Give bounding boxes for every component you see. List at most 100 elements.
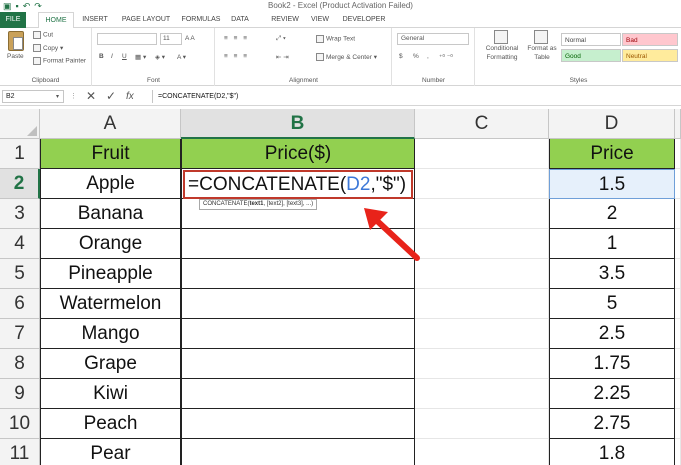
cell-c10[interactable] xyxy=(415,409,549,439)
cell-b8[interactable] xyxy=(181,349,415,379)
row-header-2[interactable]: 2 xyxy=(0,169,40,199)
enter-icon[interactable]: ✓ xyxy=(106,90,116,103)
borders-button[interactable]: ▦ ▾ xyxy=(135,53,146,61)
style-bad[interactable]: Bad xyxy=(622,33,678,46)
font-name-select[interactable] xyxy=(97,33,157,45)
cell-d5[interactable]: 3.5 xyxy=(549,259,675,289)
tab-page-layout[interactable]: PAGE LAYOUT xyxy=(118,12,174,28)
row-header-11[interactable]: 11 xyxy=(0,439,40,465)
cell-b1[interactable]: Price($) xyxy=(181,139,415,169)
orientation-button[interactable]: ⤢ ▾ xyxy=(276,35,286,43)
paste-button[interactable]: Paste xyxy=(7,53,24,60)
row-header-4[interactable]: 4 xyxy=(0,229,40,259)
tab-formulas[interactable]: FORMULAS xyxy=(180,12,222,28)
cell-d4[interactable]: 1 xyxy=(549,229,675,259)
cell-e7[interactable] xyxy=(675,319,681,349)
cell-d7[interactable]: 2.5 xyxy=(549,319,675,349)
horizontal-align-buttons[interactable]: ≡ ≡ ≡ xyxy=(224,53,249,60)
tab-file[interactable]: FILE xyxy=(0,12,26,28)
cell-e5[interactable] xyxy=(675,259,681,289)
cell-c1[interactable] xyxy=(415,139,549,169)
row-header-5[interactable]: 5 xyxy=(0,259,40,289)
cell-e9[interactable] xyxy=(675,379,681,409)
cell-a3[interactable]: Banana xyxy=(40,199,181,229)
insert-function-icon[interactable]: fx xyxy=(126,90,134,103)
row-header-8[interactable]: 8 xyxy=(0,349,40,379)
cell-d11[interactable]: 1.8 xyxy=(549,439,675,465)
number-format-select[interactable]: General xyxy=(397,33,469,45)
cell-a2[interactable]: Apple xyxy=(40,169,181,199)
row-header-7[interactable]: 7 xyxy=(0,319,40,349)
cell-e3[interactable] xyxy=(675,199,681,229)
cell-b10[interactable] xyxy=(181,409,415,439)
cell-b7[interactable] xyxy=(181,319,415,349)
cancel-icon[interactable]: ✕ xyxy=(86,90,96,103)
cell-c7[interactable] xyxy=(415,319,549,349)
cell-a1[interactable]: Fruit xyxy=(40,139,181,169)
select-all-button[interactable] xyxy=(0,109,40,139)
cell-d9[interactable]: 2.25 xyxy=(549,379,675,409)
style-good[interactable]: Good xyxy=(561,49,621,62)
fill-color-button[interactable]: ◈ ▾ xyxy=(155,53,165,61)
tab-review[interactable]: REVIEW xyxy=(268,12,302,28)
tab-insert[interactable]: INSERT xyxy=(80,12,110,28)
cell-a10[interactable]: Peach xyxy=(40,409,181,439)
cell-c3[interactable] xyxy=(415,199,549,229)
cell-e1[interactable] xyxy=(675,139,681,169)
cell-c9[interactable] xyxy=(415,379,549,409)
style-normal[interactable]: Normal xyxy=(561,33,621,46)
tab-developer[interactable]: DEVELOPER xyxy=(340,12,388,28)
cell-c2[interactable] xyxy=(415,169,549,199)
grow-font-button[interactable]: A A xyxy=(185,35,195,42)
comma-button[interactable]: , xyxy=(427,53,429,60)
style-neutral[interactable]: Neutral xyxy=(622,49,678,62)
italic-button[interactable]: I xyxy=(111,53,113,60)
row-header-9[interactable]: 9 xyxy=(0,379,40,409)
cell-c8[interactable] xyxy=(415,349,549,379)
cell-d8[interactable]: 1.75 xyxy=(549,349,675,379)
paste-icon[interactable] xyxy=(8,31,24,51)
cell-a7[interactable]: Mango xyxy=(40,319,181,349)
row-header-6[interactable]: 6 xyxy=(0,289,40,319)
name-box[interactable]: B2 xyxy=(2,90,64,103)
cell-c6[interactable] xyxy=(415,289,549,319)
cell-e2[interactable] xyxy=(675,169,681,199)
cell-e8[interactable] xyxy=(675,349,681,379)
column-header-c[interactable]: C xyxy=(415,109,549,139)
column-header-a[interactable]: A xyxy=(40,109,181,139)
wrap-text-button[interactable]: Wrap Text xyxy=(316,35,355,43)
cell-a4[interactable]: Orange xyxy=(40,229,181,259)
cell-e4[interactable] xyxy=(675,229,681,259)
cell-a8[interactable]: Grape xyxy=(40,349,181,379)
currency-button[interactable]: $ xyxy=(399,53,403,60)
cell-a9[interactable]: Kiwi xyxy=(40,379,181,409)
cell-e11[interactable] xyxy=(675,439,681,465)
cell-a11[interactable]: Pear xyxy=(40,439,181,465)
cell-c11[interactable] xyxy=(415,439,549,465)
merge-center-button[interactable]: Merge & Center ▾ xyxy=(316,53,377,62)
cell-d10[interactable]: 2.75 xyxy=(549,409,675,439)
tab-data[interactable]: DATA xyxy=(228,12,252,28)
formula-input[interactable]: =CONCATENATE(D2,"$") xyxy=(152,90,679,103)
tab-home[interactable]: HOME xyxy=(38,12,74,29)
font-color-button[interactable]: A ▾ xyxy=(177,53,186,61)
format-painter-button[interactable]: Format Painter xyxy=(33,57,86,65)
underline-button[interactable]: U xyxy=(122,53,127,60)
copy-button[interactable]: Copy ▾ xyxy=(33,44,63,53)
row-header-1[interactable]: 1 xyxy=(0,139,40,169)
cell-d2[interactable]: 1.5 xyxy=(549,169,675,199)
cell-d6[interactable]: 5 xyxy=(549,289,675,319)
column-header-b[interactable]: B xyxy=(181,109,415,139)
bold-button[interactable]: B xyxy=(99,53,104,60)
conditional-formatting-button[interactable]: Conditional Formatting xyxy=(480,30,524,62)
font-size-select[interactable]: 11 xyxy=(160,33,182,45)
cell-c5[interactable] xyxy=(415,259,549,289)
decimal-buttons[interactable]: ⁺⁰ ⁻⁰ xyxy=(439,53,453,61)
indent-buttons[interactable]: ⇤ ⇥ xyxy=(276,53,289,61)
chevron-down-icon[interactable]: ▾ xyxy=(56,93,59,100)
cell-b6[interactable] xyxy=(181,289,415,319)
row-header-10[interactable]: 10 xyxy=(0,409,40,439)
cell-e6[interactable] xyxy=(675,289,681,319)
format-as-table-button[interactable]: Format as Table xyxy=(524,30,560,62)
cell-d3[interactable]: 2 xyxy=(549,199,675,229)
